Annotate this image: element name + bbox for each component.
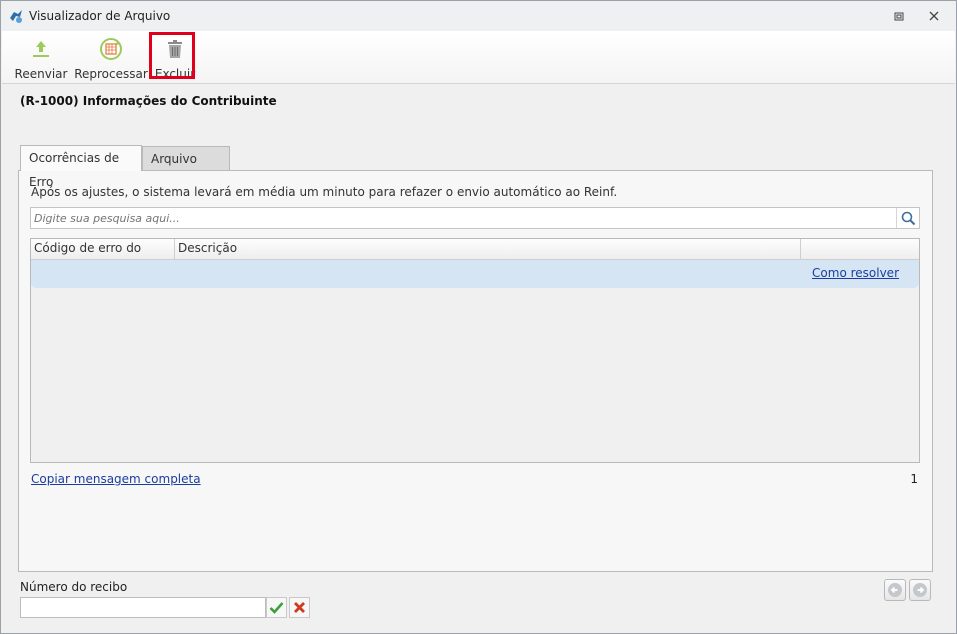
cancel-receipt-button[interactable]	[289, 597, 310, 618]
error-table: Código de erro do Reinf Descrição Como r…	[30, 238, 920, 463]
receipt-number-label: Número do recibo	[20, 580, 128, 594]
column-header-action	[801, 239, 919, 259]
app-logo-icon	[8, 8, 24, 24]
page-title: (R-1000) Informações do Contribuinte	[20, 94, 277, 108]
restore-icon	[894, 12, 904, 20]
search-button[interactable]	[896, 208, 919, 228]
app-window: Visualizador de Arquivo Reenviar Reproce…	[0, 0, 957, 634]
copy-full-message-link[interactable]: Copiar mensagem completa	[31, 472, 201, 486]
column-header-error-code[interactable]: Código de erro do Reinf	[31, 239, 175, 274]
arrow-left-icon	[888, 583, 902, 597]
recycle-calendar-icon	[100, 38, 122, 60]
reprocess-label: Reprocessar	[74, 67, 148, 81]
search-box	[30, 207, 920, 229]
arrow-right-icon	[913, 583, 927, 597]
next-button[interactable]	[909, 579, 931, 601]
close-x-icon	[294, 602, 305, 613]
info-text: Após os ajustes, o sistema levará em méd…	[31, 185, 618, 199]
table-row[interactable]: Como resolver	[31, 260, 919, 288]
tab-xml-file[interactable]: Arquivo XML	[142, 146, 230, 190]
upload-arrow-icon	[33, 41, 49, 57]
restore-window-button[interactable]	[889, 7, 909, 25]
delete-highlight-frame	[149, 32, 195, 79]
tab-error-occurrences[interactable]: Ocorrências de Erro	[20, 145, 142, 189]
resend-button[interactable]: Reenviar	[14, 33, 68, 81]
receipt-number-field[interactable]	[20, 597, 266, 618]
tab-panel: Após os ajustes, o sistema levará em méd…	[18, 170, 933, 572]
previous-button[interactable]	[884, 579, 906, 601]
title-bar: Visualizador de Arquivo	[1, 1, 956, 31]
how-to-fix-link[interactable]: Como resolver	[812, 266, 899, 280]
close-icon	[929, 11, 939, 21]
search-input[interactable]	[31, 208, 900, 228]
column-header-description[interactable]: Descrição	[175, 239, 801, 259]
resend-label: Reenviar	[14, 67, 68, 81]
check-icon	[269, 602, 284, 614]
confirm-receipt-button[interactable]	[266, 597, 287, 618]
close-window-button[interactable]	[924, 7, 944, 25]
toolbar: Reenviar Reprocessar Excluir	[2, 31, 955, 84]
window-title: Visualizador de Arquivo	[29, 9, 171, 23]
table-header: Código de erro do Reinf Descrição	[31, 239, 919, 274]
search-icon	[901, 211, 915, 225]
reprocess-button[interactable]: Reprocessar	[74, 33, 148, 81]
record-count: 1	[910, 472, 918, 486]
